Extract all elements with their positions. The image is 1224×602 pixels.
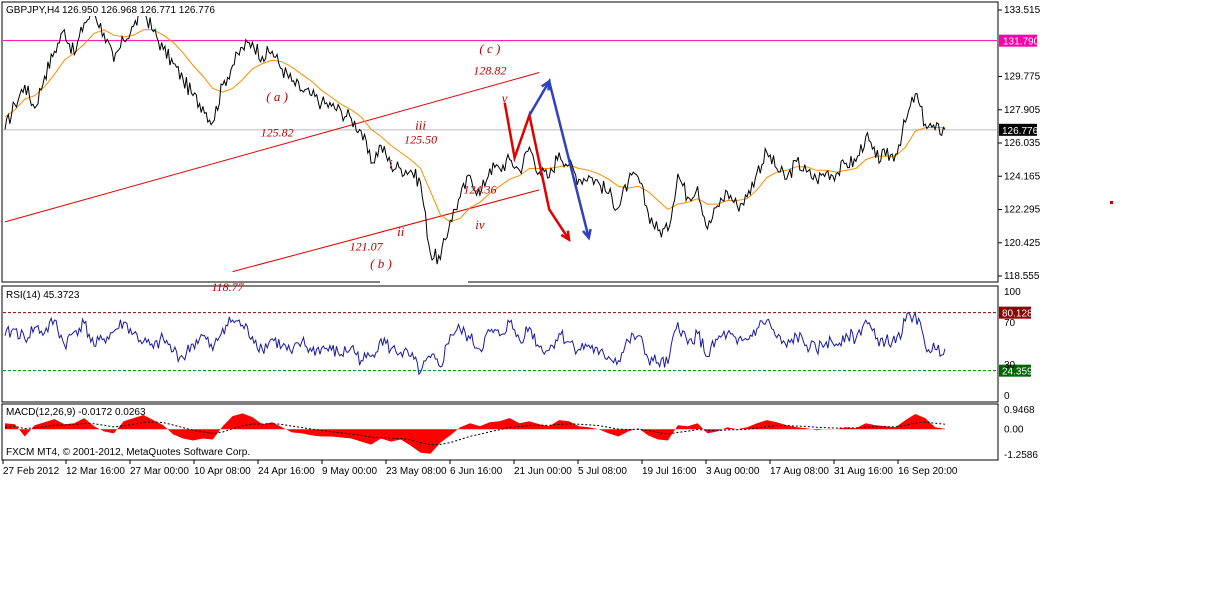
macd-tick-label: 0.9468 — [1004, 405, 1035, 416]
price-tick-label: 127.905 — [1004, 105, 1041, 116]
macd-tick-label: -1.2586 — [1004, 450, 1038, 461]
time-tick-label: 10 Apr 08:00 — [194, 466, 251, 477]
resistance-tag-label: 131.790 — [1003, 37, 1040, 48]
wave-label: ( c ) — [479, 41, 500, 56]
wave-label: i — [389, 157, 393, 172]
time-tick-label: 9 May 00:00 — [322, 466, 377, 477]
time-tick-label: 16 Sep 20:00 — [898, 466, 958, 477]
time-axis: 27 Feb 2012 12 Mar 16:00 27 Mar 00:00 10 Ap… — [2, 460, 958, 477]
time-tick-label: 6 Jun 16:00 — [450, 466, 503, 477]
price-tick-label: 120.425 — [1004, 238, 1041, 249]
chart-title: GBPJPY,H4 — [6, 5, 60, 16]
wave-label: 125.50 — [404, 133, 437, 147]
price-tick-label: 126.035 — [1004, 138, 1041, 149]
time-tick-label: 21 Jun 00:00 — [514, 466, 572, 477]
wave-label: 125.82 — [261, 126, 294, 140]
wave-label: ( b ) — [370, 256, 392, 271]
macd-title: MACD(12,26,9) -0.0172 0.0263 — [6, 407, 146, 418]
rsi-tick-label: 30 — [1004, 360, 1016, 371]
wave-label: 128.82 — [473, 63, 506, 77]
price-tick-label: 129.775 — [1004, 72, 1041, 83]
price-tick-label: 133.515 — [1004, 5, 1041, 16]
stray-marker — [1110, 201, 1113, 204]
rsi-tick-label: 70 — [1004, 318, 1016, 329]
border-gap — [380, 280, 468, 285]
time-tick-label: 12 Mar 16:00 — [66, 466, 125, 477]
current-price-tag-label: 126.776 — [1002, 126, 1039, 137]
price-tick-label: 118.555 — [1004, 271, 1040, 282]
macd-tick-label: 0.00 — [1004, 424, 1024, 435]
time-tick-label: 17 Aug 08:00 — [770, 466, 829, 477]
rsi-title: RSI(14) 45.3723 — [6, 290, 80, 301]
copyright-text: FXCM MT4, © 2001-2012, MetaQuotes Softwa… — [6, 447, 250, 458]
time-tick-label: 24 Apr 16:00 — [258, 466, 315, 477]
wave-label: ii — [397, 224, 405, 239]
time-tick-label: 19 Jul 16:00 — [642, 466, 697, 477]
price-axis: 133.515 129.775 127.905 126.035 124.165 122.2… — [998, 5, 1041, 282]
wave-label: 124.36 — [463, 182, 496, 196]
time-tick-label: 23 May 08:00 — [386, 466, 447, 477]
price-tick-label: 122.295 — [1004, 205, 1041, 216]
rsi-tick-label: 0 — [1004, 391, 1010, 402]
wave-label: iii — [415, 117, 426, 132]
time-tick-label: 5 Jul 08:00 — [578, 466, 627, 477]
time-tick-label: 3 Aug 00:00 — [706, 466, 760, 477]
time-tick-label: 31 Aug 16:00 — [834, 466, 893, 477]
trading-chart[interactable]: ( a )125.82118.77121.07( b )iiiiii125.50… — [0, 0, 1224, 602]
wave-label: 118.77 — [212, 280, 245, 294]
rsi-axis: 80.12824.35910070300 — [999, 287, 1033, 402]
wave-label: v — [502, 91, 508, 106]
wave-label: ( a ) — [266, 89, 288, 104]
wave-label: iv — [475, 217, 485, 232]
time-tick-label: 27 Mar 00:00 — [130, 466, 189, 477]
price-tick-label: 124.165 — [1004, 171, 1041, 182]
time-tick-label: 27 Feb 2012 — [3, 466, 60, 477]
ohlc-readout: 126.950 126.968 126.771 126.776 — [62, 5, 215, 16]
rsi-tick-label: 100 — [1004, 287, 1021, 298]
wave-label: 121.07 — [350, 239, 384, 253]
macd-axis: 0.9468 0.00 -1.2586 — [1004, 405, 1038, 461]
